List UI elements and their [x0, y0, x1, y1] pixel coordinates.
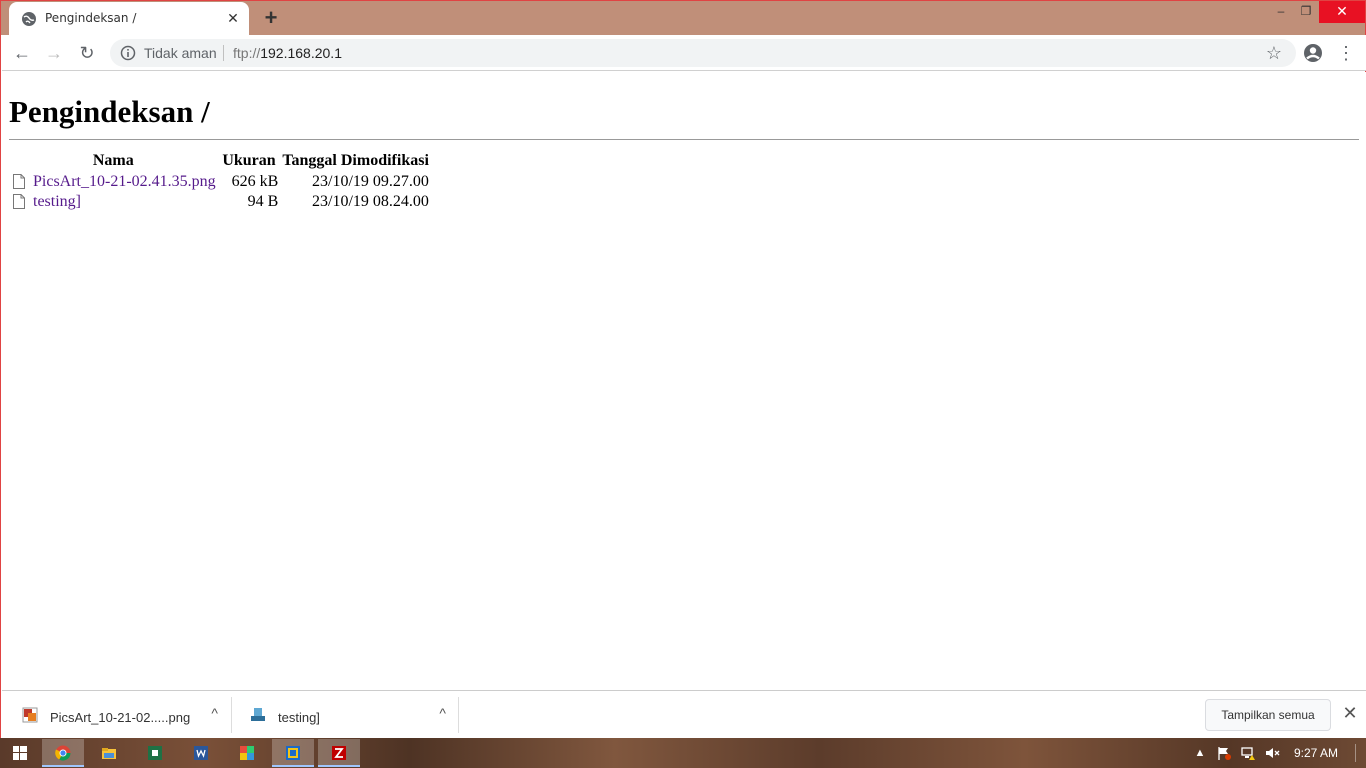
- file-name-cell: testing]: [9, 192, 218, 212]
- windows-start-icon[interactable]: [0, 738, 40, 768]
- menu-icon[interactable]: ⋮: [1336, 42, 1356, 64]
- security-label[interactable]: Tidak aman: [144, 45, 217, 61]
- column-header-modified: Tanggal Dimodifikasi: [282, 152, 429, 169]
- taskbar-word[interactable]: [180, 739, 222, 767]
- action-center-flag-icon[interactable]: [1216, 745, 1232, 761]
- tab-active[interactable]: Pengindeksan / ✕: [9, 2, 249, 35]
- virtualbox-icon: [286, 746, 300, 760]
- download-name: testing]: [278, 710, 320, 725]
- url-host: 192.168.20.1: [260, 45, 342, 61]
- maximize-button[interactable]: ❐: [1292, 1, 1320, 23]
- omnibox-divider: [223, 45, 224, 61]
- filezilla-icon: [332, 746, 346, 760]
- paint-icon: [240, 746, 254, 760]
- show-desktop-button[interactable]: [1355, 744, 1365, 762]
- chevron-up-icon[interactable]: ^: [439, 705, 446, 721]
- browser-toolbar: ← → ↻ Tidak aman ftp://192.168.20.1 ☆ ⋮: [2, 35, 1366, 71]
- folder-icon: [102, 748, 116, 759]
- table-row: testing] 94 B 23/10/19 08.24.00: [9, 192, 431, 212]
- new-tab-button[interactable]: +: [260, 7, 282, 29]
- browser-window: Pengindeksan / ✕ + – ❐ ✕ ← → ↻ Tidak ama…: [0, 0, 1366, 739]
- file-link[interactable]: PicsArt_10-21-02.41.35.png: [33, 173, 216, 190]
- table-row: PicsArt_10-21-02.41.35.png 626 kB 23/10/…: [9, 172, 431, 192]
- globe-icon: [22, 12, 36, 26]
- window-close-button[interactable]: ✕: [1319, 1, 1365, 23]
- info-icon[interactable]: [120, 45, 136, 61]
- download-name: PicsArt_10-21-02.....png: [50, 710, 191, 725]
- taskbar-clock[interactable]: 9:27 AM: [1294, 746, 1338, 760]
- account-icon[interactable]: [1302, 42, 1324, 64]
- taskbar-excel[interactable]: [134, 739, 176, 767]
- minimize-button[interactable]: –: [1267, 1, 1295, 23]
- divider: [9, 139, 1359, 140]
- back-button[interactable]: ←: [10, 42, 34, 64]
- network-icon[interactable]: [1240, 745, 1256, 761]
- reload-button[interactable]: ↻: [75, 42, 99, 64]
- address-bar[interactable]: Tidak aman ftp://192.168.20.1 ☆: [110, 39, 1296, 67]
- show-all-downloads-button[interactable]: Tampilkan semua: [1205, 699, 1331, 731]
- tab-title: Pengindeksan /: [45, 11, 137, 25]
- tray-overflow-icon[interactable]: ▲: [1192, 745, 1208, 761]
- word-icon: [194, 746, 208, 760]
- download-item[interactable]: PicsArt_10-21-02.....png ^: [10, 697, 232, 735]
- taskbar-filezilla[interactable]: [318, 739, 360, 767]
- page-content: Pengindeksan / Nama Ukuran Tanggal Dimod…: [2, 72, 1366, 690]
- generic-file-icon: [251, 708, 265, 721]
- download-item[interactable]: testing] ^: [238, 697, 460, 735]
- taskbar-file-explorer[interactable]: [88, 739, 130, 767]
- forward-button[interactable]: →: [42, 42, 66, 64]
- url-text[interactable]: ftp://192.168.20.1: [233, 45, 342, 61]
- download-divider: [458, 697, 459, 733]
- file-size-cell: 94 B: [247, 193, 279, 210]
- download-shelf: PicsArt_10-21-02.....png ^ testing] ^ Ta…: [2, 690, 1366, 739]
- file-icon: [13, 194, 25, 209]
- file-modified-cell: 23/10/19 09.27.00: [312, 173, 429, 190]
- download-divider: [231, 697, 232, 733]
- column-header-name: Nama: [92, 152, 134, 169]
- taskbar-chrome[interactable]: [42, 739, 84, 767]
- file-icon: [13, 174, 25, 189]
- excel-icon: [148, 746, 162, 760]
- file-listing-table: Nama Ukuran Tanggal Dimodifikasi PicsArt…: [9, 150, 431, 212]
- chrome-icon: [55, 745, 71, 761]
- tab-strip: Pengindeksan / ✕ + – ❐ ✕: [1, 1, 1365, 35]
- file-link[interactable]: testing]: [33, 193, 81, 210]
- image-file-icon: [22, 707, 38, 723]
- page-title: Pengindeksan /: [9, 94, 210, 129]
- file-size-cell: 626 kB: [231, 173, 279, 190]
- table-header-row: Nama Ukuran Tanggal Dimodifikasi: [9, 150, 431, 172]
- chevron-up-icon[interactable]: ^: [211, 705, 218, 721]
- close-shelf-icon[interactable]: ✕: [1340, 703, 1360, 723]
- column-header-size: Ukuran: [222, 152, 276, 169]
- file-modified-cell: 23/10/19 08.24.00: [312, 193, 429, 210]
- file-name-cell: PicsArt_10-21-02.41.35.png: [9, 172, 218, 192]
- taskbar-paint[interactable]: [226, 739, 268, 767]
- url-scheme: ftp://: [233, 45, 261, 61]
- close-icon[interactable]: ✕: [225, 10, 241, 26]
- taskbar-virtualbox[interactable]: [272, 739, 314, 767]
- bookmark-star-icon[interactable]: ☆: [1264, 43, 1284, 63]
- taskbar: ▲ 9:27 AM: [0, 738, 1366, 768]
- volume-muted-icon[interactable]: [1264, 745, 1280, 761]
